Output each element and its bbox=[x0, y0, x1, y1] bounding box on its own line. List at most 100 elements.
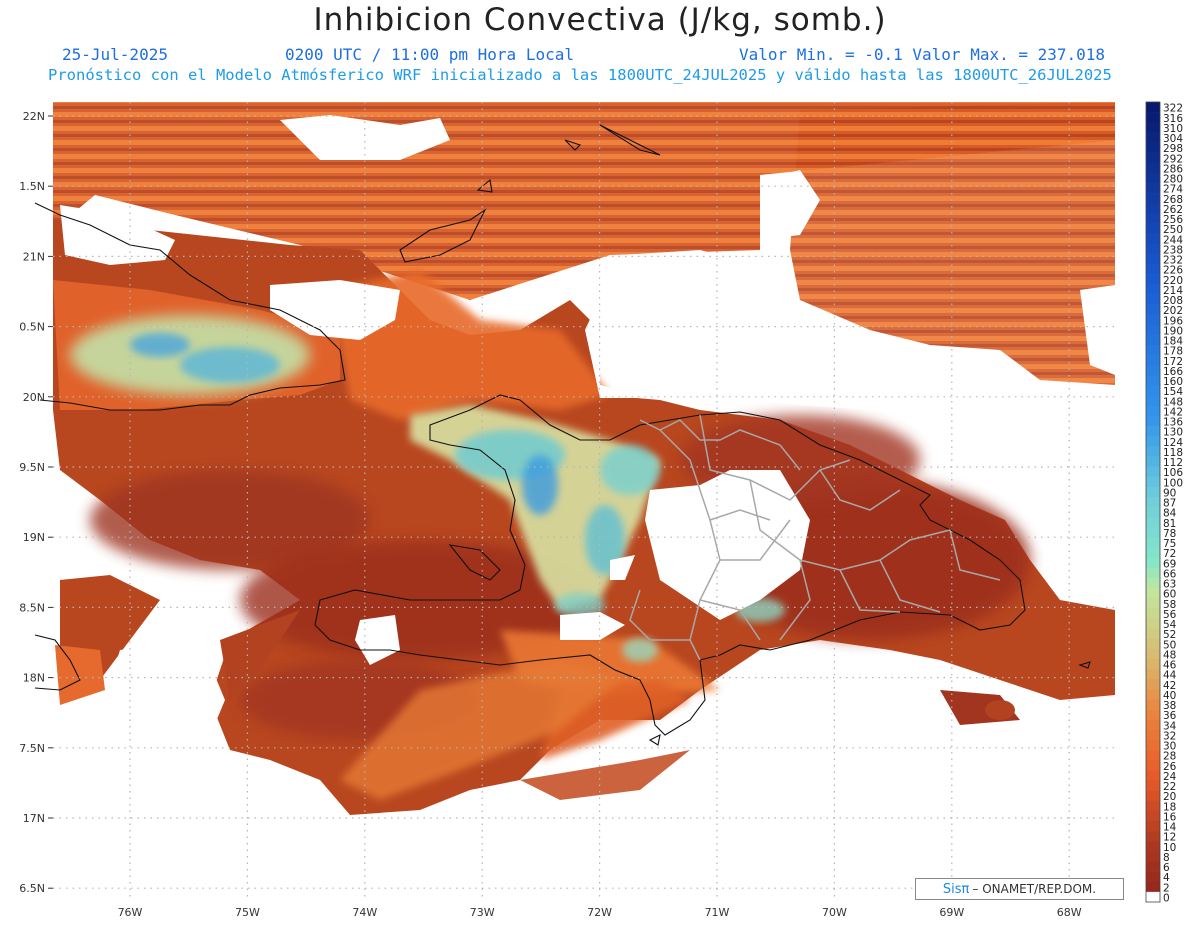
colorbar-swatch bbox=[1146, 831, 1160, 842]
colorbar-swatch bbox=[1146, 203, 1160, 214]
colorbar-swatch bbox=[1146, 527, 1160, 538]
latitude-tick-label: 1.5N bbox=[19, 180, 45, 193]
colorbar-swatch bbox=[1146, 669, 1160, 680]
colorbar-swatch bbox=[1146, 547, 1160, 558]
colorbar-swatch bbox=[1146, 365, 1160, 376]
colorbar-swatch bbox=[1146, 810, 1160, 822]
longitude-tick-label: 76W bbox=[118, 906, 143, 919]
longitude-tick-label: 72W bbox=[587, 906, 612, 919]
colorbar-swatch bbox=[1146, 729, 1160, 741]
colorbar-swatch bbox=[1146, 264, 1160, 275]
latitude-axis: 22N 1.5N 21N 0.5N 20N 9.5N 19N 8.5N 18N 7.5N 17N 6.… bbox=[19, 110, 53, 895]
colorbar-swatch bbox=[1146, 507, 1160, 518]
latitude-tick-label: 17N bbox=[23, 812, 45, 825]
colorbar-swatch bbox=[1146, 426, 1160, 437]
colorbar-swatch bbox=[1146, 760, 1160, 771]
colorbar-swatch bbox=[1146, 395, 1160, 407]
colorbar-swatch bbox=[1146, 415, 1160, 427]
colorbar-swatch bbox=[1146, 638, 1160, 650]
longitude-axis: 76W 75W 74W 73W 72W 71W 70W 69W 68W bbox=[118, 906, 1082, 919]
colorbar-swatch bbox=[1146, 891, 1160, 903]
colorbar-swatch bbox=[1146, 314, 1160, 326]
colorbar-swatch bbox=[1146, 679, 1160, 690]
map-figure: 22N 1.5N 21N 0.5N 20N 9.5N 19N 8.5N 18N 7.5N 17N 6.… bbox=[19, 101, 1183, 919]
colorbar-swatch bbox=[1146, 152, 1160, 164]
colorbar-swatch bbox=[1146, 780, 1160, 791]
colorbar-swatch bbox=[1146, 750, 1160, 761]
credit-box: Sisπ – ONAMET/REP.DOM. bbox=[915, 878, 1124, 900]
latitude-tick-label: 20N bbox=[23, 391, 45, 404]
latitude-tick-label: 7.5N bbox=[19, 742, 45, 755]
latitude-tick-label: 0.5N bbox=[19, 321, 45, 334]
colorbar-swatch bbox=[1146, 588, 1160, 599]
colorbar-swatch bbox=[1146, 709, 1160, 721]
colorbar-swatch bbox=[1146, 132, 1160, 143]
colorbar-swatch bbox=[1146, 172, 1160, 184]
map-plot-area bbox=[34, 102, 1115, 898]
colorbar-label: 0 bbox=[1163, 893, 1170, 905]
latitude-tick-label: 19N bbox=[23, 531, 45, 544]
colorbar-swatch bbox=[1146, 820, 1160, 832]
colorbar-swatch bbox=[1146, 598, 1160, 609]
colorbar-swatch bbox=[1146, 739, 1160, 751]
credit-text: – ONAMET/REP.DOM. bbox=[972, 882, 1097, 896]
colorbar-swatch bbox=[1146, 253, 1160, 265]
colorbar-swatch bbox=[1146, 456, 1160, 467]
longitude-tick-label: 70W bbox=[822, 906, 847, 919]
colorbar-swatch bbox=[1146, 628, 1160, 640]
colorbar-swatch bbox=[1146, 183, 1160, 194]
colorbar-swatch bbox=[1146, 658, 1160, 670]
colorbar-swatch bbox=[1146, 517, 1160, 528]
colorbar-swatch bbox=[1146, 233, 1160, 245]
longitude-tick-label: 71W bbox=[705, 906, 730, 919]
latitude-tick-label: 18N bbox=[23, 672, 45, 685]
colorbar-swatch bbox=[1146, 112, 1160, 123]
colorbar-swatch bbox=[1146, 345, 1160, 356]
colorbar: 3223163103042982922862802742682622562502… bbox=[1145, 101, 1183, 905]
colorbar-swatch bbox=[1146, 851, 1160, 862]
latitude-tick-label: 9.5N bbox=[19, 461, 45, 474]
longitude-tick-label: 75W bbox=[235, 906, 260, 919]
colorbar-swatch bbox=[1146, 689, 1160, 700]
colorbar-swatch bbox=[1146, 648, 1160, 660]
colorbar-swatch bbox=[1146, 699, 1160, 710]
sispi-logo: Sisπ bbox=[942, 881, 970, 897]
colorbar-swatch bbox=[1146, 304, 1160, 315]
colorbar-swatch bbox=[1146, 284, 1160, 295]
colorbar-swatch bbox=[1146, 213, 1160, 224]
colorbar-swatch bbox=[1146, 618, 1160, 629]
colorbar-swatch bbox=[1146, 466, 1160, 477]
colorbar-swatch bbox=[1146, 861, 1160, 872]
longitude-tick-label: 74W bbox=[352, 906, 377, 919]
colorbar-swatch bbox=[1146, 486, 1160, 498]
colorbar-swatch bbox=[1146, 496, 1160, 508]
colorbar-swatch bbox=[1146, 375, 1160, 386]
colorbar-swatch bbox=[1146, 385, 1160, 396]
colorbar-swatch bbox=[1146, 476, 1160, 488]
colorbar-swatch bbox=[1146, 719, 1160, 731]
colorbar-swatch bbox=[1146, 577, 1160, 589]
longitude-tick-label: 73W bbox=[470, 906, 495, 919]
colorbar-swatch bbox=[1146, 122, 1160, 133]
colorbar-swatch bbox=[1146, 841, 1160, 852]
colorbar-swatch bbox=[1146, 355, 1160, 366]
colorbar-swatch bbox=[1146, 334, 1160, 346]
colorbar-swatch bbox=[1146, 446, 1160, 457]
colorbar-swatch bbox=[1146, 405, 1160, 417]
latitude-tick-label: 8.5N bbox=[19, 601, 45, 614]
colorbar-swatch bbox=[1146, 243, 1160, 255]
colorbar-swatch bbox=[1146, 223, 1160, 234]
colorbar-swatch bbox=[1146, 294, 1160, 305]
longitude-tick-label: 69W bbox=[939, 906, 964, 919]
colorbar-swatch bbox=[1146, 790, 1160, 802]
latitude-tick-label: 6.5N bbox=[19, 882, 45, 895]
colorbar-swatch bbox=[1146, 102, 1160, 113]
colorbar-swatch bbox=[1146, 142, 1160, 153]
colorbar-swatch bbox=[1146, 608, 1160, 619]
colorbar-swatch bbox=[1146, 324, 1160, 336]
colorbar-swatch bbox=[1146, 770, 1160, 781]
colorbar-swatch bbox=[1146, 881, 1160, 893]
longitude-tick-label: 68W bbox=[1057, 906, 1082, 919]
latitude-tick-label: 21N bbox=[23, 250, 45, 263]
colorbar-swatch bbox=[1146, 162, 1160, 174]
